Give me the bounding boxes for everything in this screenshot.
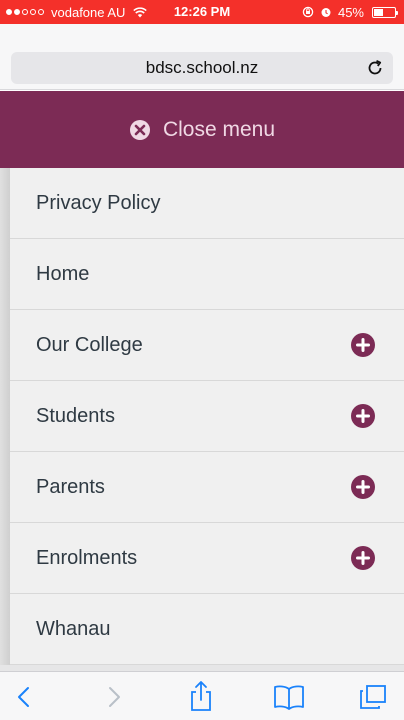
- menu-item-label: Students: [36, 404, 115, 427]
- forward-icon[interactable]: [100, 684, 128, 710]
- bottom-toolbar: [0, 671, 404, 720]
- status-right: 45%: [302, 0, 398, 24]
- page-content: Close menu Privacy Policy Home Our Colle…: [0, 91, 404, 671]
- menu-item-our-college[interactable]: Our College: [10, 310, 404, 381]
- address-bar[interactable]: bdsc.school.nz: [11, 52, 393, 84]
- menu-item-whanau[interactable]: Whanau: [10, 594, 404, 665]
- plus-icon[interactable]: [351, 404, 375, 428]
- plus-icon[interactable]: [351, 546, 375, 570]
- battery-level: [374, 8, 383, 16]
- battery-icon: [372, 6, 398, 18]
- menu-item-label: Enrolments: [36, 546, 138, 569]
- close-menu-label: Close menu: [162, 117, 276, 141]
- url-text: bdsc.school.nz: [145, 58, 259, 77]
- menu-item-privacy-policy[interactable]: Privacy Policy: [10, 168, 404, 239]
- carrier-name: vodafone AU: [51, 4, 126, 20]
- menu-item-home[interactable]: Home: [10, 239, 404, 310]
- alarm-icon: [321, 8, 331, 17]
- menu-item-label: Privacy Policy: [36, 191, 161, 214]
- menu-item-label: Parents: [36, 475, 105, 498]
- menu-item-enrolments[interactable]: Enrolments: [10, 523, 404, 594]
- share-icon[interactable]: [187, 680, 215, 712]
- close-icon: [129, 119, 150, 140]
- menu-item-students[interactable]: Students: [10, 381, 404, 452]
- menu-list: Privacy Policy Home Our College Students…: [0, 168, 404, 665]
- plus-icon[interactable]: [351, 333, 375, 357]
- status-bar: vodafone AU 12:26 PM 45%: [0, 0, 404, 24]
- signal-strength-icon: [6, 9, 44, 15]
- reload-icon[interactable]: [365, 58, 385, 78]
- menu-item-label: Whanau: [36, 617, 111, 640]
- back-icon[interactable]: [10, 684, 38, 710]
- browser-toolbar: bdsc.school.nz: [0, 24, 404, 90]
- plus-icon[interactable]: [351, 475, 375, 499]
- lock-rotation-icon: [302, 6, 314, 18]
- battery-percent: 45%: [337, 4, 364, 20]
- menu-item-label: Our College: [36, 333, 143, 356]
- menu-item-label: Home: [36, 262, 90, 285]
- status-left: vodafone AU: [6, 0, 148, 24]
- tabs-icon[interactable]: [358, 684, 388, 710]
- menu-item-parents[interactable]: Parents: [10, 452, 404, 523]
- wifi-icon: [133, 6, 148, 17]
- close-menu-button[interactable]: Close menu: [0, 91, 404, 168]
- bookmarks-icon[interactable]: [272, 684, 306, 710]
